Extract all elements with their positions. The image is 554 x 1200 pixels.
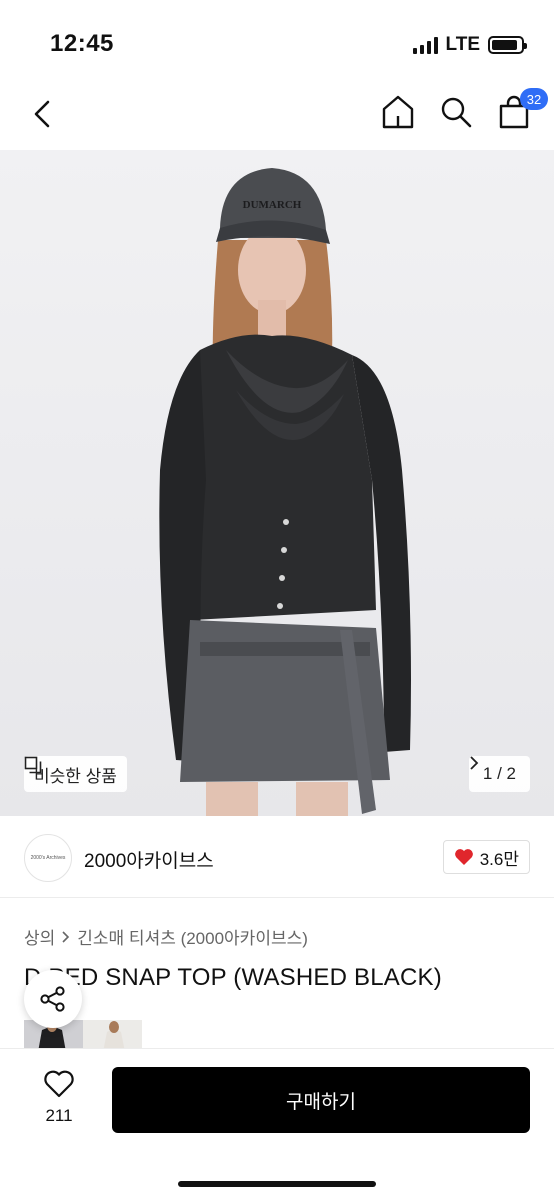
cart-button[interactable]: 32 — [496, 88, 548, 132]
status-time: 12:45 — [50, 30, 114, 57]
page-counter: 1 / 2 — [482, 764, 516, 783]
chevron-right-icon — [470, 756, 479, 770]
breadcrumb-category[interactable]: 상의 — [24, 924, 55, 949]
signal-icon — [412, 36, 438, 54]
home-icon — [382, 95, 414, 129]
buy-button[interactable]: 구매하기 — [112, 1067, 530, 1133]
home-button[interactable] — [380, 92, 416, 132]
search-button[interactable] — [438, 92, 474, 132]
similar-products-button[interactable]: 비슷한 상품 — [24, 756, 127, 792]
heart-outline-icon — [44, 1070, 74, 1098]
cart-count-badge: 32 — [520, 88, 548, 110]
seller-row[interactable]: 2000's Archives 2000아카이브스 3.6만 — [0, 826, 554, 898]
home-indicator — [178, 1181, 376, 1187]
seller-name[interactable]: 2000아카이브스 — [84, 846, 214, 873]
share-icon — [40, 986, 65, 1012]
chevron-right-icon — [62, 930, 70, 943]
wishlist-count: 211 — [45, 1106, 73, 1125]
seller-logo-text: 2000's Archives — [30, 855, 66, 861]
bottom-action-bar: 211 구매하기 — [0, 1048, 554, 1200]
wishlist-button[interactable]: 211 — [34, 1069, 84, 1126]
share-button[interactable] — [24, 970, 82, 1028]
image-page-indicator[interactable]: 1 / 2 — [468, 756, 530, 792]
battery-icon — [488, 36, 527, 54]
svg-text:DUMARCH: DUMARCH — [243, 199, 302, 211]
breadcrumb-subcategory[interactable]: 긴소매 티셔츠 (2000아카이브스) — [77, 924, 308, 949]
product-title: D PED SNAP TOP (WASHED BLACK) — [24, 964, 442, 991]
seller-like-button[interactable]: 3.6만 — [442, 840, 530, 874]
top-nav: 32 — [0, 88, 554, 148]
heart-filled-icon — [454, 849, 473, 865]
chevron-left-icon — [34, 100, 50, 128]
seller-like-count: 3.6만 — [479, 849, 519, 869]
status-indicators: LTE — [412, 34, 527, 56]
seller-logo[interactable]: 2000's Archives — [24, 834, 72, 882]
product-photo: DUMARCH — [159, 168, 411, 816]
battery-fill — [492, 40, 518, 50]
breadcrumb: 상의 긴소매 티셔츠 (2000아카이브스) — [24, 924, 308, 949]
product-image-carousel[interactable]: DUMARCH 비슷한 상품 1 / 2 — [0, 150, 554, 816]
status-bar: 12:45 LTE — [0, 0, 554, 88]
similar-products-label: 비슷한 상품 — [34, 766, 117, 786]
network-label: LTE — [445, 34, 480, 55]
nav-actions: 32 — [380, 88, 548, 132]
search-icon — [441, 97, 472, 128]
back-button[interactable] — [24, 94, 64, 134]
copy-icon — [24, 756, 42, 774]
